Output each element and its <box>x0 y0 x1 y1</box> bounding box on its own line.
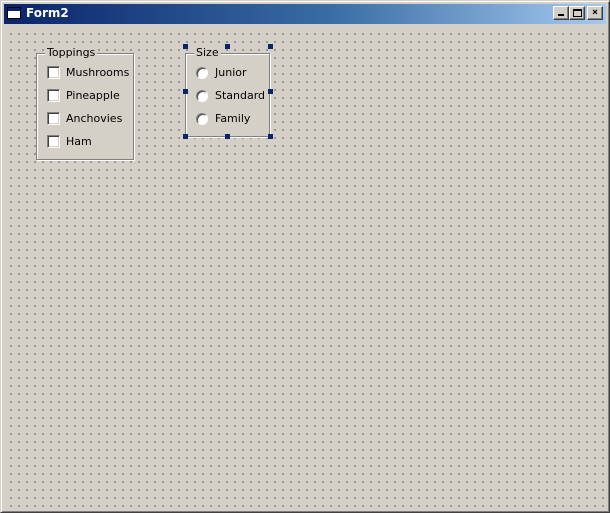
minimize-icon <box>558 14 564 16</box>
form-design-surface[interactable]: Toppings Mushrooms Pineapple Anchovies H… <box>4 27 606 509</box>
form-window: Form2 × Toppings Mushrooms Pineapple Anc… <box>0 0 610 513</box>
size-group-label: Size <box>194 46 221 59</box>
title-bar[interactable]: Form2 × <box>4 4 606 24</box>
radio-label: Standard <box>215 89 266 102</box>
window-title: Form2 <box>26 6 69 20</box>
maximize-icon <box>573 9 582 17</box>
resize-handle-top-right[interactable] <box>268 44 273 49</box>
checkbox-label: Anchovies <box>66 112 123 125</box>
toppings-group-label: Toppings <box>45 46 98 59</box>
resize-handle-left[interactable] <box>183 89 188 94</box>
minimize-button[interactable] <box>553 6 569 20</box>
resize-handle-right[interactable] <box>268 89 273 94</box>
radio-circle[interactable] <box>196 112 208 125</box>
radio-label: Family <box>215 112 251 125</box>
toppings-groupbox[interactable]: Toppings Mushrooms Pineapple Anchovies H… <box>36 47 134 160</box>
radio-label: Junior <box>215 66 247 79</box>
checkbox-label: Mushrooms <box>66 66 130 79</box>
resize-handle-bottom-left[interactable] <box>183 134 188 139</box>
radio-family[interactable]: Family <box>196 111 250 126</box>
close-button[interactable]: × <box>587 6 603 20</box>
resize-handle-bottom-right[interactable] <box>268 134 273 139</box>
checkbox-box[interactable] <box>47 66 60 79</box>
checkbox-label: Ham <box>66 135 92 148</box>
checkbox-anchovies[interactable]: Anchovies <box>47 111 122 126</box>
checkbox-box[interactable] <box>47 89 60 102</box>
close-icon: × <box>591 7 599 18</box>
checkbox-mushrooms[interactable]: Mushrooms <box>47 65 129 80</box>
checkbox-box[interactable] <box>47 112 60 125</box>
checkbox-pineapple[interactable]: Pineapple <box>47 88 120 103</box>
radio-junior[interactable]: Junior <box>196 65 247 80</box>
radio-standard[interactable]: Standard <box>196 88 265 103</box>
resize-handle-top-left[interactable] <box>183 44 188 49</box>
radio-circle[interactable] <box>196 66 208 79</box>
resize-handle-bottom[interactable] <box>225 134 230 139</box>
size-groupbox[interactable]: Size Junior Standard Family <box>185 47 270 137</box>
form-icon <box>7 7 21 19</box>
resize-handle-top[interactable] <box>225 44 230 49</box>
checkbox-box[interactable] <box>47 135 60 148</box>
maximize-button[interactable] <box>569 6 585 20</box>
checkbox-ham[interactable]: Ham <box>47 134 92 149</box>
radio-circle[interactable] <box>196 89 208 102</box>
checkbox-label: Pineapple <box>66 89 120 102</box>
